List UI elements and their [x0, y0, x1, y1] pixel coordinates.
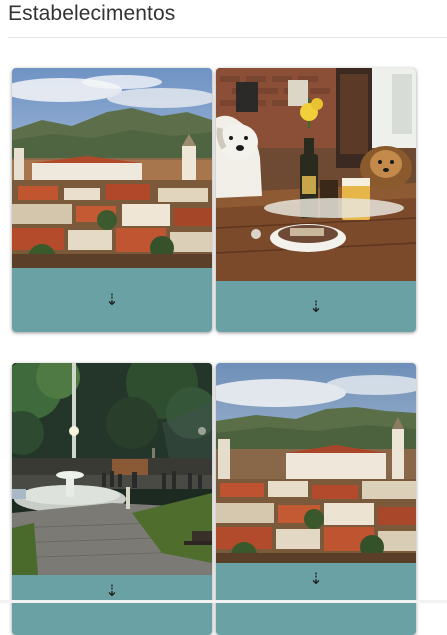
establishment-card[interactable]: ⇣: [12, 68, 212, 332]
card-footer: ⇣: [12, 575, 212, 635]
establishment-photo[interactable]: [12, 363, 212, 575]
establishment-card[interactable]: ⇣: [216, 68, 416, 332]
card-footer: ⇣: [216, 281, 416, 332]
establishment-photo[interactable]: [216, 68, 416, 281]
down-arrow-icon[interactable]: ⇣: [105, 583, 118, 599]
title-divider: [8, 37, 447, 38]
card-footer: ⇣: [12, 268, 212, 332]
down-arrow-icon[interactable]: ⇣: [309, 571, 322, 587]
establishment-card[interactable]: ⇣: [216, 363, 416, 635]
establishment-card[interactable]: ⇣: [12, 363, 212, 635]
down-arrow-icon[interactable]: ⇣: [309, 298, 322, 315]
establishment-photo[interactable]: [216, 363, 416, 563]
card-footer: ⇣: [216, 563, 416, 635]
down-arrow-icon[interactable]: ⇣: [105, 292, 118, 308]
establishment-photo[interactable]: [12, 68, 212, 268]
page-title: Estabelecimentos: [8, 2, 176, 25]
